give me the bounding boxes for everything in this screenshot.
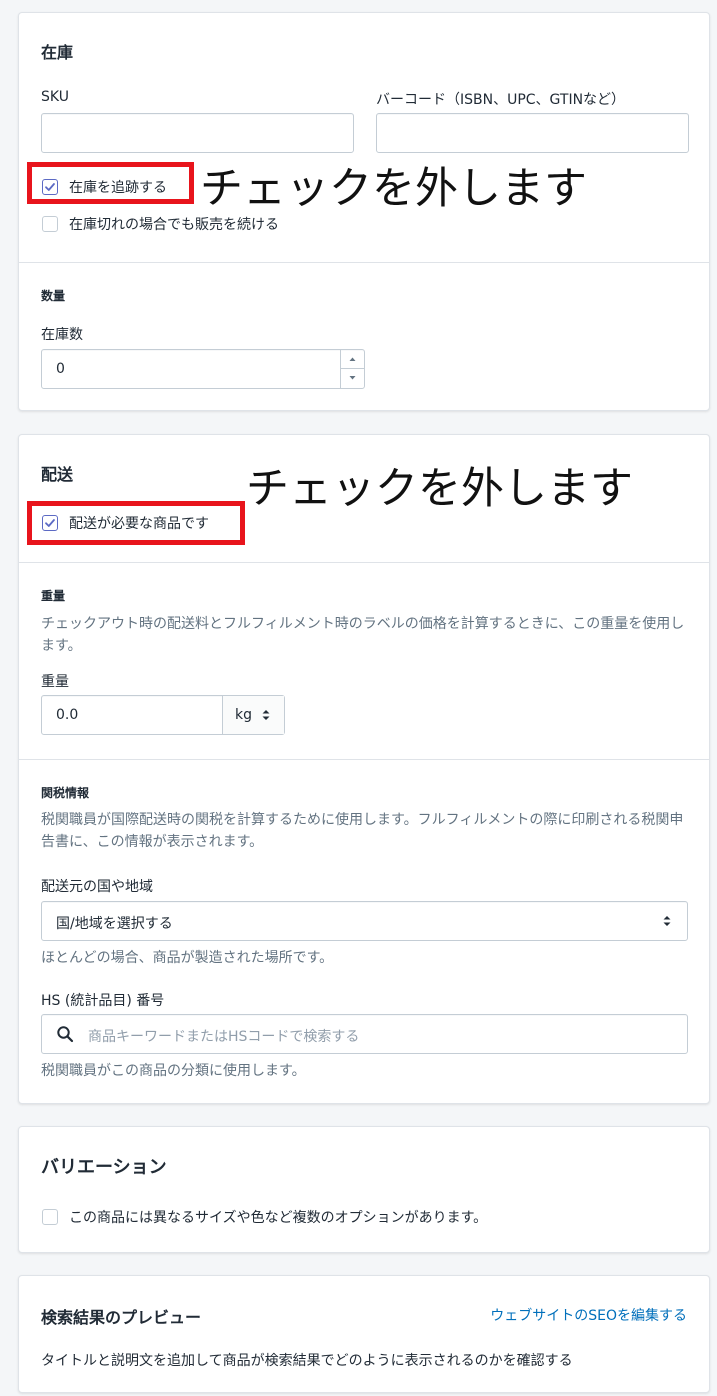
origin-help: ほとんどの場合、商品が製造された場所です。 xyxy=(41,950,334,966)
inventory-title: 在庫 xyxy=(41,43,74,62)
continue-selling-checkbox[interactable] xyxy=(42,216,58,232)
weight-input[interactable]: 0.0 kg xyxy=(41,695,285,735)
available-quantity-input[interactable]: 0 xyxy=(41,349,365,389)
search-icon xyxy=(57,1026,74,1043)
multiple-options-label[interactable]: この商品には異なるサイズや色など複数のオプションがあります。 xyxy=(69,1207,487,1227)
weight-unit-value: kg xyxy=(235,707,252,723)
multiple-options-checkbox[interactable] xyxy=(42,1209,58,1225)
hs-help: 税関職員がこの商品の分類に使用します。 xyxy=(41,1063,306,1079)
track-inventory-highlight xyxy=(27,162,194,204)
inventory-divider xyxy=(19,262,709,263)
seo-help: タイトルと説明文を追加して商品が検索結果でどのように表示されるのかを確認する xyxy=(41,1353,573,1369)
weight-help: チェックアウト時の配送料とフルフィルメント時のラベルの価格を計算するときに、この… xyxy=(41,616,685,654)
weight-unit-select[interactable]: kg xyxy=(222,696,284,734)
sku-label: SKU xyxy=(41,89,69,105)
customs-heading: 関税情報 xyxy=(41,786,90,800)
continue-selling-label[interactable]: 在庫切れの場合でも販売を続ける xyxy=(69,214,279,234)
weight-label: 重量 xyxy=(41,674,69,690)
customs-help: 税関職員が国際配送時の関税を計算するために使用します。フルフィルメントの際に印刷… xyxy=(41,812,684,850)
hs-label: HS (統計品目) 番号 xyxy=(41,993,165,1009)
shipping-divider-2 xyxy=(19,759,709,760)
origin-country-select[interactable]: 国/地域を選択する xyxy=(41,901,688,941)
barcode-input[interactable] xyxy=(376,113,689,153)
barcode-label: バーコード（ISBN、UPC、GTINなど） xyxy=(376,92,626,108)
seo-title: 検索結果のプレビュー xyxy=(41,1308,202,1327)
hs-search-placeholder: 商品キーワードまたはHSコードで検索する xyxy=(88,1029,360,1045)
annotation-uncheck-2: チェックを外します xyxy=(246,464,633,514)
variants-card: バリエーション この商品には異なるサイズや色など複数のオプションがあります。 xyxy=(18,1126,710,1253)
annotation-uncheck-1: チェックを外します xyxy=(200,164,587,214)
shipping-title: 配送 xyxy=(41,465,74,484)
select-arrows-icon xyxy=(262,710,270,720)
edit-seo-link[interactable]: ウェブサイトのSEOを編集する xyxy=(490,1305,687,1325)
requires-shipping-highlight xyxy=(27,501,245,545)
origin-label: 配送元の国や地域 xyxy=(41,879,153,895)
seo-card: 検索結果のプレビュー ウェブサイトのSEOを編集する タイトルと説明文を追加して… xyxy=(18,1275,710,1393)
quantity-heading: 数量 xyxy=(41,289,66,303)
weight-heading: 重量 xyxy=(41,589,66,603)
spinner-down-icon[interactable] xyxy=(341,369,364,388)
hs-search-input[interactable]: 商品キーワードまたはHSコードで検索する xyxy=(41,1014,688,1054)
quantity-stepper[interactable] xyxy=(340,350,364,388)
sku-input[interactable] xyxy=(41,113,354,153)
select-arrows-icon xyxy=(663,916,671,926)
spinner-up-icon[interactable] xyxy=(341,350,364,369)
shipping-divider-1 xyxy=(19,562,709,563)
variants-title: バリエーション xyxy=(41,1157,167,1178)
available-label: 在庫数 xyxy=(41,327,83,343)
